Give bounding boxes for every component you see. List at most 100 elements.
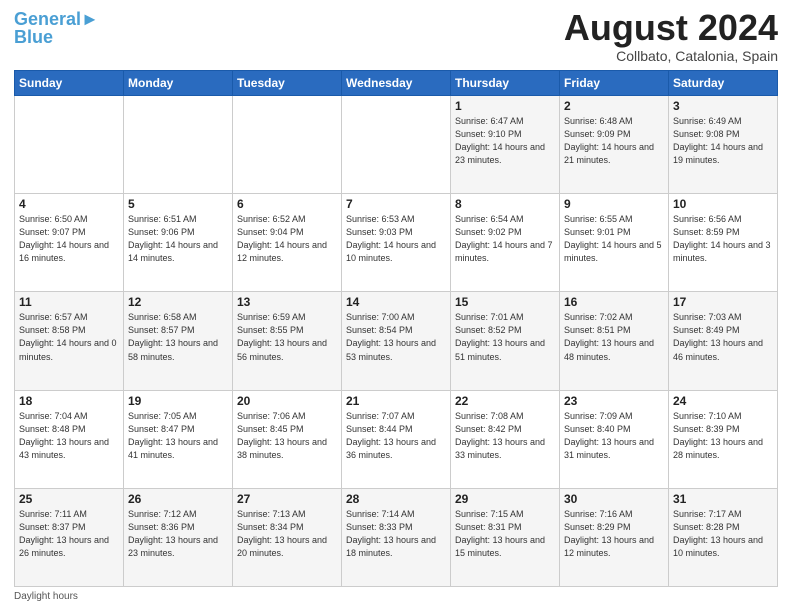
calendar-week-row: 4Sunrise: 6:50 AMSunset: 9:07 PMDaylight… [15,194,778,292]
calendar-cell: 14Sunrise: 7:00 AMSunset: 8:54 PMDayligh… [342,292,451,390]
footer-note: Daylight hours [14,591,778,602]
calendar-cell: 17 Sunrise: 7:03 AMSunset: 8:49 PMDayligh… [669,292,778,390]
day-info: Sunrise: 7:09 AMSunset: 8:40 PMDaylight:… [564,410,664,462]
calendar-cell: 27 Sunrise: 7:13 AMSunset: 8:34 PMDayligh… [233,488,342,586]
calendar-cell: 15 Sunrise: 7:01 AMSunset: 8:52 PMDayligh… [451,292,560,390]
day-info: Sunrise: 6:47 AMSunset: 9:10 PMDaylight:… [455,115,555,167]
calendar-cell: 22Sunrise: 7:08 AMSunset: 8:42 PMDayligh… [451,390,560,488]
day-info: Sunrise: 7:03 AMSunset: 8:49 PMDaylight:… [673,311,773,363]
header: General► Blue August 2024 Collbato, Cata… [14,10,778,64]
day-number: 27 [237,492,337,506]
calendar-cell: 23 Sunrise: 7:09 AMSunset: 8:40 PMDayligh… [560,390,669,488]
calendar-week-row: 11Sunrise: 6:57 AMSunset: 8:58 PMDayligh… [15,292,778,390]
day-info: Sunrise: 7:12 AMSunset: 8:36 PMDaylight:… [128,508,228,560]
day-info: Sunrise: 7:16 AMSunset: 8:29 PMDaylight:… [564,508,664,560]
calendar-cell: 20Sunrise: 7:06 AMSunset: 8:45 PMDayligh… [233,390,342,488]
day-info: Sunrise: 6:55 AMSunset: 9:01 PMDaylight:… [564,213,664,265]
calendar-cell: 18Sunrise: 7:04 AMSunset: 8:48 PMDayligh… [15,390,124,488]
calendar-cell: 12Sunrise: 6:58 AMSunset: 8:57 PMDayligh… [124,292,233,390]
day-info: Sunrise: 7:15 AMSunset: 8:31 PMDaylight:… [455,508,555,560]
day-info: Sunrise: 6:58 AMSunset: 8:57 PMDaylight:… [128,311,228,363]
logo-blue: Blue [14,27,53,47]
calendar-cell: 8 Sunrise: 6:54 AMSunset: 9:02 PMDaylight… [451,194,560,292]
calendar-cell: 16 Sunrise: 7:02 AMSunset: 8:51 PMDayligh… [560,292,669,390]
location: Collbato, Catalonia, Spain [564,48,778,64]
day-header-saturday: Saturday [669,71,778,96]
day-info: Sunrise: 7:11 AMSunset: 8:37 PMDaylight:… [19,508,119,560]
day-number: 31 [673,492,773,506]
title-block: August 2024 Collbato, Catalonia, Spain [564,10,778,64]
calendar-cell: 1 Sunrise: 6:47 AMSunset: 9:10 PMDaylight… [451,96,560,194]
calendar-cell: 2 Sunrise: 6:48 AMSunset: 9:09 PMDaylight… [560,96,669,194]
day-number: 28 [346,492,446,506]
page: General► Blue August 2024 Collbato, Cata… [0,0,792,612]
day-info: Sunrise: 7:07 AMSunset: 8:44 PMDaylight:… [346,410,446,462]
day-info: Sunrise: 6:57 AMSunset: 8:58 PMDaylight:… [19,311,119,363]
calendar-cell: 25Sunrise: 7:11 AMSunset: 8:37 PMDayligh… [15,488,124,586]
day-number: 23 [564,394,664,408]
month-title: August 2024 [564,10,778,46]
day-info: Sunrise: 7:06 AMSunset: 8:45 PMDaylight:… [237,410,337,462]
day-number: 15 [455,295,555,309]
calendar-cell [124,96,233,194]
calendar-cell: 11Sunrise: 6:57 AMSunset: 8:58 PMDayligh… [15,292,124,390]
calendar-cell: 7 Sunrise: 6:53 AMSunset: 9:03 PMDaylight… [342,194,451,292]
day-header-monday: Monday [124,71,233,96]
day-number: 1 [455,99,555,113]
day-number: 19 [128,394,228,408]
calendar-cell: 24 Sunrise: 7:10 AMSunset: 8:39 PMDayligh… [669,390,778,488]
day-info: Sunrise: 7:01 AMSunset: 8:52 PMDaylight:… [455,311,555,363]
day-info: Sunrise: 7:05 AMSunset: 8:47 PMDaylight:… [128,410,228,462]
calendar-table: SundayMondayTuesdayWednesdayThursdayFrid… [14,70,778,587]
day-number: 17 [673,295,773,309]
day-number: 21 [346,394,446,408]
calendar-cell: 3Sunrise: 6:49 AMSunset: 9:08 PMDaylight… [669,96,778,194]
day-number: 9 [564,197,664,211]
day-number: 16 [564,295,664,309]
calendar-cell: 6Sunrise: 6:52 AMSunset: 9:04 PMDaylight… [233,194,342,292]
day-number: 29 [455,492,555,506]
day-info: Sunrise: 7:02 AMSunset: 8:51 PMDaylight:… [564,311,664,363]
day-number: 2 [564,99,664,113]
day-header-wednesday: Wednesday [342,71,451,96]
calendar-cell: 21 Sunrise: 7:07 AMSunset: 8:44 PMDayligh… [342,390,451,488]
day-number: 7 [346,197,446,211]
day-number: 10 [673,197,773,211]
day-header-thursday: Thursday [451,71,560,96]
calendar-header-row: SundayMondayTuesdayWednesdayThursdayFrid… [15,71,778,96]
calendar-cell: 31 Sunrise: 7:17 AMSunset: 8:28 PMDayligh… [669,488,778,586]
day-number: 3 [673,99,773,113]
calendar-cell [15,96,124,194]
calendar-cell: 26Sunrise: 7:12 AMSunset: 8:36 PMDayligh… [124,488,233,586]
day-info: Sunrise: 6:51 AMSunset: 9:06 PMDaylight:… [128,213,228,265]
day-header-sunday: Sunday [15,71,124,96]
day-info: Sunrise: 6:54 AMSunset: 9:02 PMDaylight:… [455,213,555,265]
day-info: Sunrise: 6:53 AMSunset: 9:03 PMDaylight:… [346,213,446,265]
day-info: Sunrise: 7:10 AMSunset: 8:39 PMDaylight:… [673,410,773,462]
day-number: 4 [19,197,119,211]
calendar-cell: 19 Sunrise: 7:05 AMSunset: 8:47 PMDayligh… [124,390,233,488]
calendar-cell: 5Sunrise: 6:51 AMSunset: 9:06 PMDaylight… [124,194,233,292]
day-number: 13 [237,295,337,309]
day-info: Sunrise: 6:48 AMSunset: 9:09 PMDaylight:… [564,115,664,167]
day-info: Sunrise: 7:17 AMSunset: 8:28 PMDaylight:… [673,508,773,560]
day-number: 22 [455,394,555,408]
calendar-week-row: 1 Sunrise: 6:47 AMSunset: 9:10 PMDaylight… [15,96,778,194]
calendar-cell: 13Sunrise: 6:59 AMSunset: 8:55 PMDayligh… [233,292,342,390]
calendar-cell: 9 Sunrise: 6:55 AMSunset: 9:01 PMDaylight… [560,194,669,292]
day-info: Sunrise: 6:56 AMSunset: 8:59 PMDaylight:… [673,213,773,265]
calendar-cell [342,96,451,194]
calendar-cell: 4Sunrise: 6:50 AMSunset: 9:07 PMDaylight… [15,194,124,292]
calendar-week-row: 25Sunrise: 7:11 AMSunset: 8:37 PMDayligh… [15,488,778,586]
logo-text: General► Blue [14,10,99,46]
day-info: Sunrise: 7:13 AMSunset: 8:34 PMDaylight:… [237,508,337,560]
day-number: 30 [564,492,664,506]
logo-general: General [14,9,81,29]
day-info: Sunrise: 7:04 AMSunset: 8:48 PMDaylight:… [19,410,119,462]
day-number: 24 [673,394,773,408]
day-info: Sunrise: 6:52 AMSunset: 9:04 PMDaylight:… [237,213,337,265]
calendar-cell: 30 Sunrise: 7:16 AMSunset: 8:29 PMDayligh… [560,488,669,586]
logo: General► Blue [14,10,99,46]
day-header-friday: Friday [560,71,669,96]
day-number: 8 [455,197,555,211]
